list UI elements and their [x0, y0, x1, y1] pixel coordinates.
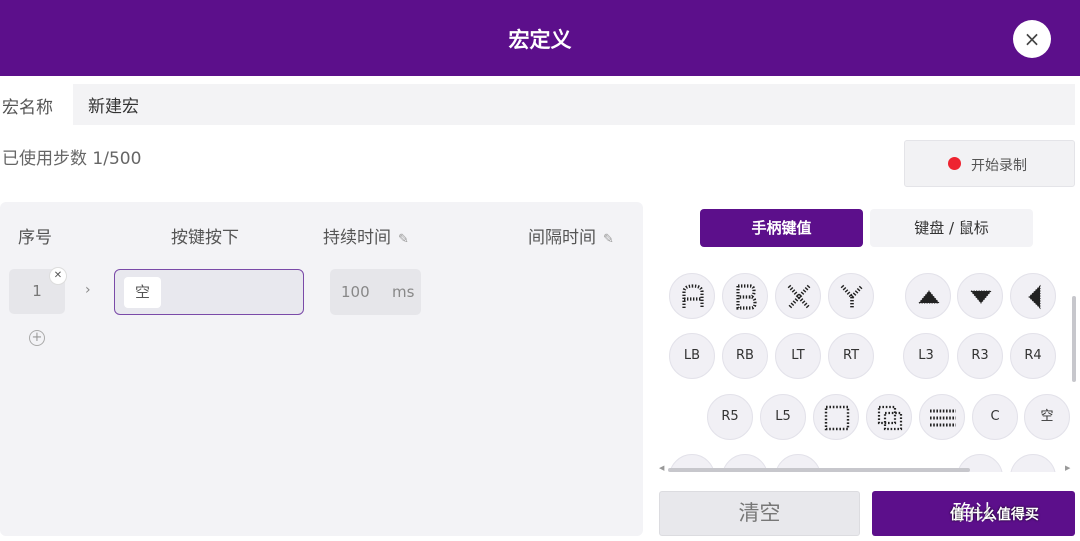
header-interval-label: 间隔时间	[528, 228, 596, 248]
header-key-press: 按键按下	[171, 228, 239, 248]
key-y[interactable]	[828, 273, 874, 319]
view-glyph	[824, 405, 850, 431]
duration-value: 100	[341, 283, 370, 301]
share-icon[interactable]	[866, 394, 912, 440]
vertical-scrollbar[interactable]	[1072, 296, 1076, 382]
header-duration: 持续时间 ✎	[323, 223, 409, 248]
edit-interval-icon[interactable]: ✎	[603, 232, 614, 247]
key-chip: 空	[124, 277, 161, 308]
tab-gamepad-keys[interactable]: 手柄键值	[700, 209, 863, 247]
delete-step-icon[interactable]: ✕	[49, 267, 67, 285]
dpad-down-icon[interactable]	[957, 273, 1003, 319]
key-rt[interactable]: RT	[828, 333, 874, 379]
key-y-glyph	[840, 284, 864, 309]
close-icon: ×	[1023, 27, 1041, 51]
dpad-left-glyph	[1028, 284, 1041, 310]
key-lt[interactable]: LT	[775, 333, 821, 379]
key-b-glyph	[736, 284, 757, 310]
watermark: 值 什么值得买	[950, 507, 1039, 523]
dialog-header: 宏定义 ×	[0, 0, 1080, 76]
scroll-right-icon[interactable]: ▶	[1065, 464, 1070, 472]
view-icon[interactable]	[813, 394, 859, 440]
record-dot-icon	[948, 157, 961, 170]
header-duration-label: 持续时间	[323, 228, 391, 248]
add-step-icon[interactable]: +	[29, 330, 45, 346]
key-l5[interactable]: L5	[760, 394, 806, 440]
key-r3[interactable]: R3	[957, 333, 1003, 379]
dialog-title: 宏定义	[508, 28, 572, 52]
start-recording-label: 开始录制	[971, 158, 1027, 174]
menu-icon[interactable]	[919, 394, 965, 440]
key-l3[interactable]: L3	[903, 333, 949, 379]
header-interval: 间隔时间 ✎	[528, 223, 614, 248]
duration-field[interactable]: 100 ms	[330, 269, 421, 315]
edit-duration-icon[interactable]: ✎	[398, 232, 409, 247]
key-r4[interactable]: R4	[1010, 333, 1056, 379]
header-index: 序号	[18, 228, 52, 248]
macro-name-label: 宏名称	[2, 98, 53, 118]
dpad-up-icon[interactable]	[905, 273, 951, 319]
chevron-right-icon[interactable]: ›	[85, 282, 91, 298]
duration-unit: ms	[392, 283, 415, 301]
gamepad-key-grid: LB RB LT RT L3 R3 R4 R5 L5 C 空	[660, 262, 1070, 472]
key-rb[interactable]: RB	[722, 333, 768, 379]
dpad-up-glyph	[917, 290, 941, 304]
key-c[interactable]: C	[972, 394, 1018, 440]
menu-glyph	[930, 409, 956, 427]
key-x[interactable]	[775, 273, 821, 319]
key-space[interactable]: 空	[1024, 394, 1070, 440]
start-recording-button[interactable]: 开始录制	[904, 140, 1075, 187]
steps-table-panel: 序号 按键按下 持续时间 ✎ 间隔时间 ✎ 1 ✕ › 空 100 ms +	[0, 202, 643, 536]
key-a[interactable]	[669, 273, 715, 319]
key-a-glyph	[682, 284, 704, 308]
share-glyph	[877, 405, 903, 431]
key-partial-5[interactable]	[1010, 454, 1056, 472]
steps-used-text: 已使用步数 1/500	[2, 149, 142, 169]
scroll-left-icon[interactable]: ◀	[659, 464, 664, 472]
horizontal-scrollbar[interactable]	[668, 468, 970, 472]
key-r5[interactable]: R5	[707, 394, 753, 440]
clear-button[interactable]: 清空	[659, 491, 860, 536]
key-lb[interactable]: LB	[669, 333, 715, 379]
key-x-glyph	[787, 284, 811, 310]
close-button[interactable]: ×	[1013, 20, 1051, 58]
dpad-left-icon[interactable]	[1010, 273, 1056, 319]
key-press-field[interactable]: 空	[114, 269, 304, 315]
tab-keyboard-mouse[interactable]: 键盘 / 鼠标	[870, 209, 1033, 247]
dpad-down-glyph	[969, 290, 993, 304]
key-b[interactable]	[722, 273, 768, 319]
macro-name-input[interactable]	[73, 84, 1075, 125]
